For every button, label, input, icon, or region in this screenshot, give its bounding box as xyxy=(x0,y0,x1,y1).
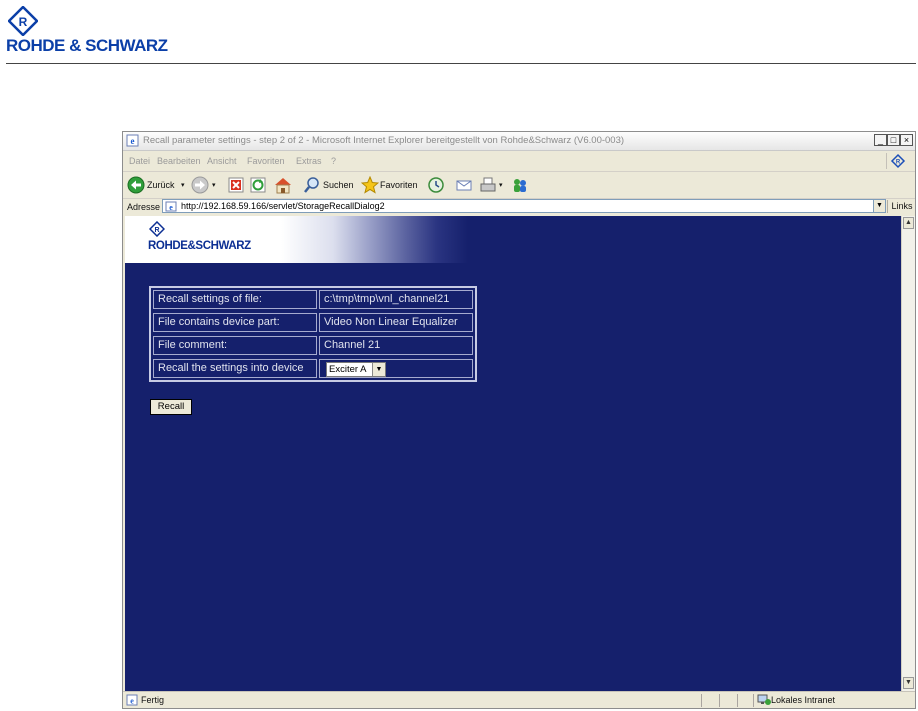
print-dropdown-icon[interactable]: ▾ xyxy=(499,181,503,189)
page-banner: R ROHDE&SCHWARZ xyxy=(125,216,645,263)
svg-text:R: R xyxy=(896,160,901,166)
menu-edit[interactable]: Bearbeiten xyxy=(157,156,201,166)
search-label: Suchen xyxy=(323,180,354,190)
browser-window: e Recall parameter settings - step 2 of … xyxy=(122,131,916,709)
page-done-icon: e xyxy=(126,694,138,706)
address-url: http://192.168.59.166/servlet/StorageRec… xyxy=(181,201,385,211)
address-dropdown-icon[interactable]: ▼ xyxy=(873,199,886,213)
forward-button[interactable]: ▾ xyxy=(191,176,219,194)
mail-button[interactable] xyxy=(455,176,473,194)
row-device-part-label: File contains device part: xyxy=(153,313,317,332)
page-icon: e xyxy=(165,201,177,212)
svg-text:R: R xyxy=(154,227,159,234)
back-label: Zurück xyxy=(147,180,175,190)
maximize-button[interactable]: □ xyxy=(887,134,900,146)
address-bar: Adresse e http://192.168.59.166/servlet/… xyxy=(123,199,915,215)
scroll-down-icon[interactable]: ▼ xyxy=(903,677,914,689)
scroll-up-icon[interactable]: ▲ xyxy=(903,217,914,229)
svg-text:e: e xyxy=(169,203,173,212)
messenger-icon xyxy=(514,179,526,192)
svg-text:e: e xyxy=(131,136,135,146)
recall-button[interactable]: Recall xyxy=(150,399,192,415)
minimize-button[interactable]: _ xyxy=(874,134,887,146)
vertical-scrollbar[interactable]: ▲ ▼ xyxy=(901,216,915,691)
menu-view[interactable]: Ansicht xyxy=(207,156,237,166)
recall-settings-table: Recall settings of file: c:\tmp\tmp\vnl_… xyxy=(149,286,477,382)
row-file-value: c:\tmp\tmp\vnl_channel21 xyxy=(319,290,473,309)
home-icon xyxy=(275,178,291,194)
status-separator xyxy=(719,694,720,707)
document-header-rule xyxy=(6,63,916,64)
refresh-icon xyxy=(250,177,266,193)
rs-throbber-icon: R xyxy=(886,153,909,169)
links-button[interactable]: Links xyxy=(887,200,916,213)
forward-arrow-icon xyxy=(191,176,209,194)
row-comment-label: File comment: xyxy=(153,336,317,355)
menu-favorites[interactable]: Favoriten xyxy=(247,156,285,166)
history-icon xyxy=(428,177,444,193)
print-button[interactable]: ▾ xyxy=(479,176,503,194)
rohde-schwarz-diamond-icon: R xyxy=(8,6,38,36)
rohde-schwarz-banner-diamond-icon: R xyxy=(149,221,165,237)
close-button[interactable]: × xyxy=(900,134,913,146)
svg-text:e: e xyxy=(130,697,134,706)
address-input[interactable]: e http://192.168.59.166/servlet/StorageR… xyxy=(162,199,885,213)
search-icon xyxy=(304,177,319,193)
messenger-button[interactable] xyxy=(511,176,529,194)
history-button[interactable] xyxy=(427,176,445,194)
back-arrow-icon xyxy=(127,176,145,194)
row-device-part-value: Video Non Linear Equalizer xyxy=(319,313,473,332)
row-comment-value: Channel 21 xyxy=(319,336,473,355)
status-text: Fertig xyxy=(141,695,165,705)
favorites-star-icon xyxy=(361,176,379,194)
menu-file[interactable]: Datei xyxy=(129,156,150,166)
rohde-schwarz-document-logo: R ROHDE & SCHWARZ xyxy=(6,4,236,56)
target-device-select[interactable]: Exciter A ▼ xyxy=(326,362,386,377)
favorites-button[interactable]: Favoriten xyxy=(361,176,427,194)
stop-icon xyxy=(228,177,244,193)
row-file-label: Recall settings of file: xyxy=(153,290,317,309)
window-title: Recall parameter settings - step 2 of 2 … xyxy=(143,135,625,146)
refresh-button[interactable] xyxy=(249,176,267,194)
status-separator xyxy=(737,694,738,707)
back-button[interactable]: Zurück ▾ xyxy=(127,176,185,194)
back-dropdown-icon[interactable]: ▾ xyxy=(181,181,185,189)
favorites-label: Favoriten xyxy=(380,180,418,190)
stop-button[interactable] xyxy=(227,176,245,194)
home-button[interactable] xyxy=(273,176,293,194)
svg-text:R: R xyxy=(19,15,28,29)
select-dropdown-icon[interactable]: ▼ xyxy=(372,363,385,376)
row-target-device-label: Recall the settings into device xyxy=(153,359,317,378)
status-separator xyxy=(701,694,702,707)
standard-toolbar: Zurück ▾ ▾ Suchen Favoriten ▾ xyxy=(123,172,915,199)
menu-tools[interactable]: Extras xyxy=(296,156,322,166)
target-device-selected-value: Exciter A xyxy=(329,364,367,375)
banner-brand-text: ROHDE&SCHWARZ xyxy=(148,240,251,252)
forward-dropdown-icon[interactable]: ▾ xyxy=(212,181,216,189)
security-zone-text: Lokales Intranet xyxy=(771,695,836,705)
address-label: Adresse xyxy=(127,202,161,212)
window-titlebar[interactable]: e Recall parameter settings - step 2 of … xyxy=(123,132,915,151)
status-separator xyxy=(753,694,754,707)
ie-page-icon: e xyxy=(126,134,139,147)
document-brand-text: ROHDE & SCHWARZ xyxy=(6,36,168,55)
mail-icon xyxy=(456,180,472,191)
intranet-zone-icon xyxy=(757,694,771,705)
page-content: R ROHDE&SCHWARZ Recall settings of file:… xyxy=(125,216,901,691)
menu-bar: Datei Bearbeiten Ansicht Favoriten Extra… xyxy=(123,151,915,172)
print-icon xyxy=(480,177,496,192)
menu-help[interactable]: ? xyxy=(331,156,336,166)
status-bar: e Fertig Lokales Intranet xyxy=(123,691,915,709)
search-button[interactable]: Suchen xyxy=(303,176,361,194)
